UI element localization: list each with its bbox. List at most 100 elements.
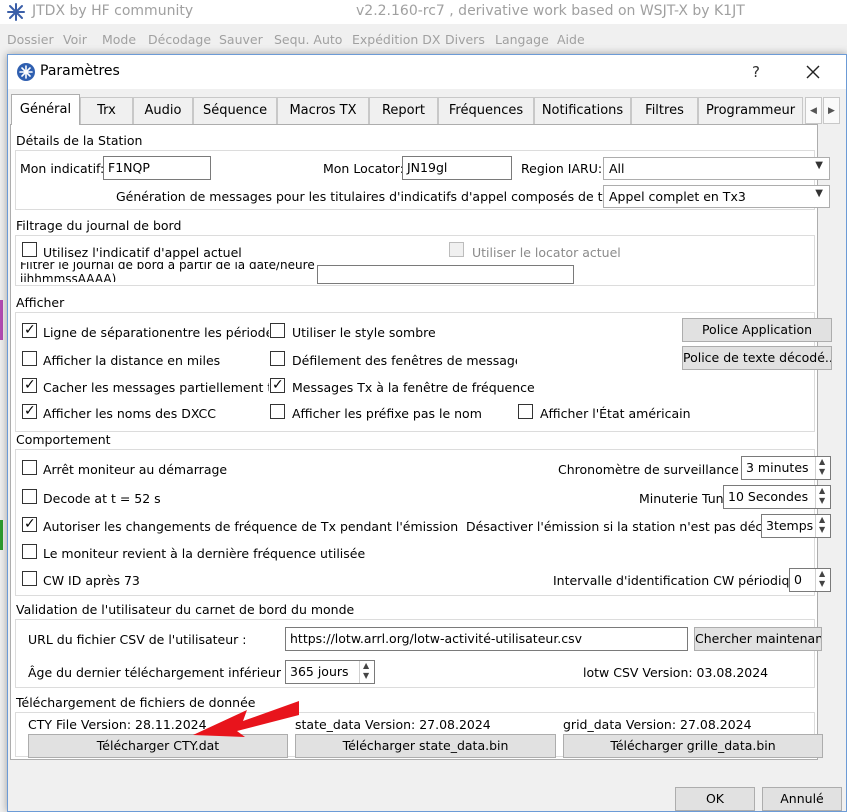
dialog-titlebar: Paramètres ?	[8, 55, 846, 89]
tx-messages-label: Messages Tx à la fenêtre de fréquence	[292, 380, 535, 395]
us-state-checkbox[interactable]	[518, 404, 533, 419]
menu-sequ-auto[interactable]: Sequ. Auto	[274, 32, 342, 47]
prefix-label: Afficher les préfixe pas le nom	[292, 406, 482, 421]
cwid-interval-spinbox[interactable]: 0 ▲ ▼	[789, 568, 831, 592]
disable-tx-label: Désactiver l'émission si la station n'es…	[466, 519, 794, 534]
tab-frequences[interactable]: Fréquences	[438, 97, 534, 124]
main-window-titlebar: JTDX by HF community v2.2.160-rc7 , deri…	[0, 0, 847, 24]
menu-aide[interactable]: Aide	[557, 32, 585, 47]
prefix-checkbox[interactable]	[270, 404, 285, 419]
jtdx-logo-icon	[7, 3, 25, 21]
download-state-button[interactable]: Télécharger state_data.bin	[295, 734, 556, 758]
tab-scroll-right-icon[interactable]: ▶	[823, 97, 840, 124]
tab-scroll-left-icon[interactable]: ◀	[805, 97, 822, 124]
lotw-csv-version: lotw CSV Version: 03.08.2024	[583, 665, 769, 680]
group-title-station: Détails de la Station	[16, 133, 143, 148]
tab-general[interactable]: Général	[11, 94, 80, 125]
menu-langage[interactable]: Langage	[495, 32, 549, 47]
tab-report[interactable]: Report	[369, 97, 438, 124]
call-input[interactable]: F1NQP	[103, 156, 211, 180]
spin-down-icon[interactable]: ▼	[363, 671, 369, 680]
menu-dossier[interactable]: Dossier	[7, 32, 54, 47]
settings-dialog: Paramètres ? Général Trx Audio Séquence …	[7, 54, 847, 812]
cancel-button[interactable]: Annulé	[762, 787, 842, 811]
group-title-behavior: Comportement	[16, 432, 111, 447]
group-title-display: Afficher	[16, 295, 65, 310]
scroll-messages-label: Défilement des fenêtres de messages v	[292, 353, 517, 368]
dark-style-checkbox[interactable]	[270, 323, 285, 338]
spin-up-icon[interactable]: ▲	[819, 486, 825, 495]
tab-sequence[interactable]: Séquence	[193, 97, 277, 124]
lotw-url-label: URL du fichier CSV de l'utilisateur :	[28, 632, 247, 647]
menu-sauver[interactable]: Sauver	[219, 32, 263, 47]
type2-label: Génération de messages pour les titulair…	[116, 189, 646, 204]
tx-messages-checkbox[interactable]: ✓	[270, 377, 285, 393]
spin-down-icon[interactable]: ▼	[819, 579, 825, 588]
miles-label: Afficher la distance en miles	[43, 353, 221, 368]
allow-freq-change-checkbox[interactable]: ✓	[22, 516, 37, 532]
use-call-checkbox[interactable]	[22, 242, 37, 257]
menu-decodage[interactable]: Décodage	[148, 32, 211, 47]
monitor-return-label: Le moniteur revient à la dernière fréque…	[43, 546, 366, 561]
lotw-url-input[interactable]: https://lotw.arrl.org/lotw-activité-util…	[285, 627, 688, 651]
disable-tx-spinbox[interactable]: 3temps ▲ ▼	[761, 514, 831, 538]
state-version: state_data Version: 27.08.2024	[295, 717, 491, 732]
group-title-logfilter: Filtrage du journal de bord	[16, 218, 182, 233]
spin-up-icon[interactable]: ▲	[819, 515, 825, 524]
menu-mode[interactable]: Mode	[102, 32, 136, 47]
watchdog-spinbox[interactable]: 3 minutes ▲ ▼	[741, 456, 831, 480]
stop-monitor-checkbox[interactable]	[22, 460, 37, 475]
spin-down-icon[interactable]: ▼	[819, 467, 825, 476]
miles-checkbox[interactable]	[22, 351, 37, 366]
help-button[interactable]: ?	[743, 59, 769, 85]
separator-line-checkbox[interactable]: ✓	[22, 322, 37, 338]
tab-programmeur[interactable]: Programmeur	[698, 97, 803, 124]
decoded-font-button[interactable]: Police de texte décodé...	[682, 346, 832, 370]
locator-label: Mon Locator:	[323, 161, 404, 176]
lotw-age-label: Âge du dernier téléchargement inférieur …	[28, 665, 301, 680]
decode-at-label: Decode at t = 52 s	[43, 491, 161, 506]
locator-input[interactable]: JN19gl	[402, 156, 512, 180]
hide-partial-label: Cacher les messages partiellement trar	[43, 380, 269, 395]
tab-macros-tx[interactable]: Macros TX	[277, 97, 369, 124]
menu-voir[interactable]: Voir	[63, 32, 87, 47]
monitor-return-checkbox[interactable]	[22, 544, 37, 559]
ok-button[interactable]: OK	[675, 787, 755, 811]
stop-monitor-label: Arrêt moniteur au démarrage	[43, 462, 228, 477]
cw-id-checkbox[interactable]	[22, 571, 37, 586]
hide-partial-checkbox[interactable]: ✓	[22, 377, 37, 393]
tune-spinbox[interactable]: 10 Secondes ▲ ▼	[723, 485, 831, 509]
spin-down-icon[interactable]: ▼	[819, 496, 825, 505]
app-font-button[interactable]: Police Application	[682, 318, 832, 342]
dxcc-names-checkbox[interactable]: ✓	[22, 403, 37, 419]
menu-divers[interactable]: Divers	[445, 32, 485, 47]
use-locator-checkbox	[449, 242, 464, 257]
disable-tx-value: 3temps	[766, 518, 814, 533]
use-call-label: Utilisez l'indicatif d'appel actuel	[43, 245, 242, 260]
close-icon[interactable]	[798, 58, 828, 86]
tab-audio[interactable]: Audio	[133, 97, 193, 124]
tab-notifications[interactable]: Notifications	[534, 97, 631, 124]
type2-select[interactable]: Appel complet en Tx3 ▼	[603, 185, 830, 208]
date-filter-label-clip: Filtrer le journal de bord à partir de l…	[19, 262, 319, 282]
app-version: v2.2.160-rc7 , derivative work based on …	[356, 3, 745, 19]
lotw-age-spinbox[interactable]: 365 jours ▲ ▼	[285, 660, 375, 684]
menu-expedition-dx[interactable]: Expédition DX	[352, 32, 440, 47]
spin-up-icon[interactable]: ▲	[819, 457, 825, 466]
tune-value: 10 Secondes	[728, 489, 809, 504]
tab-trx[interactable]: Trx	[80, 97, 133, 124]
fetch-now-button[interactable]: Chercher maintenant	[694, 627, 822, 651]
spin-down-icon[interactable]: ▼	[819, 525, 825, 534]
tab-filtres[interactable]: Filtres	[631, 97, 698, 124]
iaru-value: All	[609, 161, 625, 176]
date-filter-label: Filtrer le journal de bord à partir de l…	[20, 262, 319, 272]
background-accent	[0, 300, 3, 340]
spin-up-icon[interactable]: ▲	[363, 661, 369, 670]
decode-at-checkbox[interactable]	[22, 489, 37, 504]
scroll-messages-checkbox[interactable]	[270, 351, 285, 366]
iaru-select[interactable]: All ▼	[603, 157, 830, 180]
spin-up-icon[interactable]: ▲	[819, 569, 825, 578]
download-grid-button[interactable]: Télécharger grille_data.bin	[563, 734, 823, 758]
date-filter-input[interactable]	[317, 265, 574, 284]
separator-line-label: Ligne de séparationentre les périodes d	[43, 325, 269, 340]
